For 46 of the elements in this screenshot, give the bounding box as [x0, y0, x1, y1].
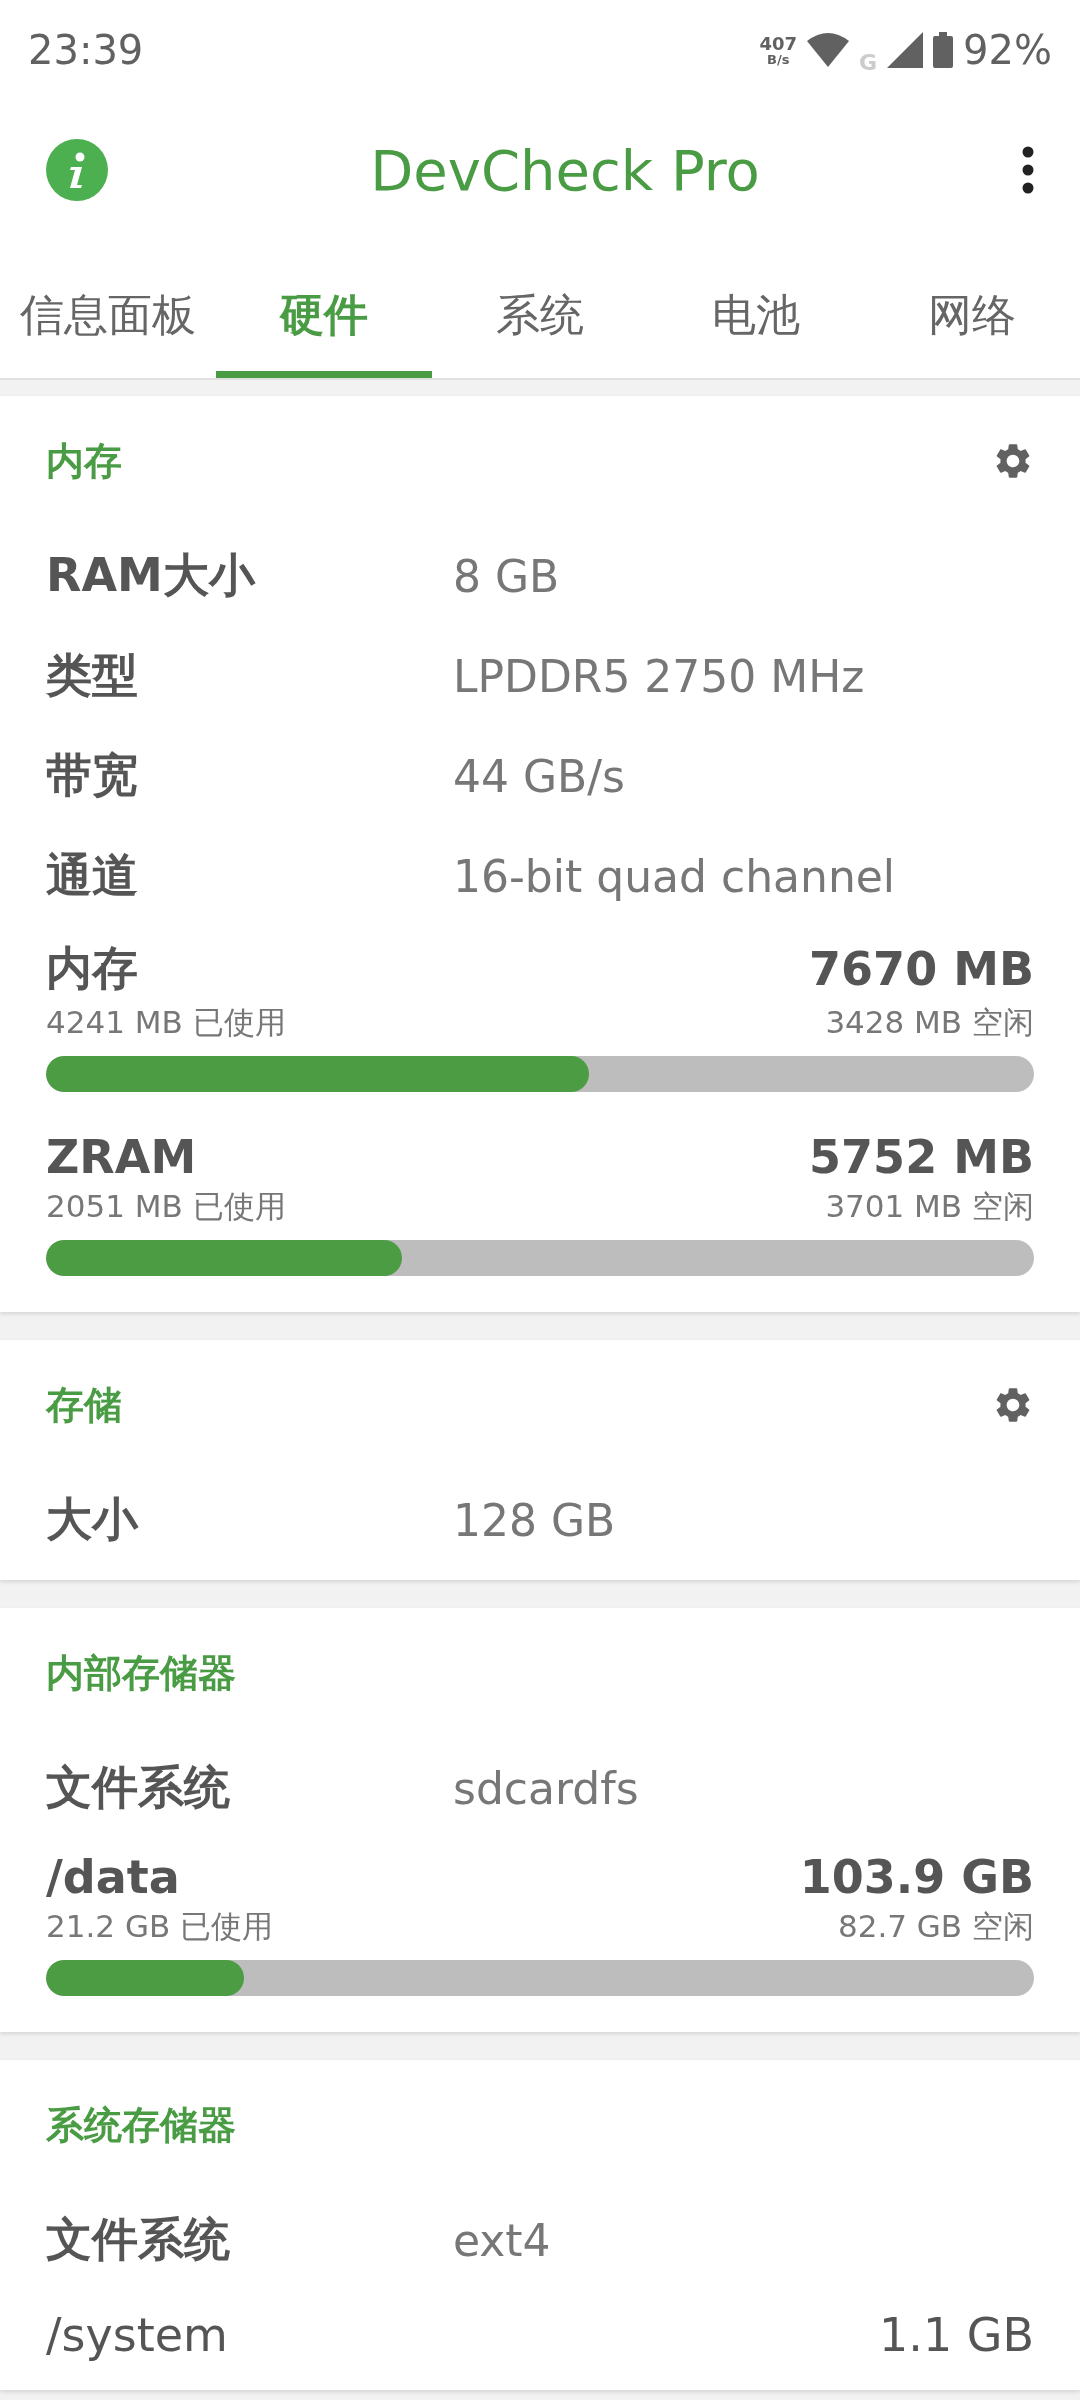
- info-icon[interactable]: [46, 139, 108, 201]
- row-label: 通道: [46, 847, 139, 904]
- row-value: LPDDR5 2750 MHz: [453, 650, 865, 702]
- free-amount: 3701 MB 空闲: [825, 1187, 1034, 1226]
- row-value: ext4: [453, 2214, 551, 2266]
- tab[interactable]: 信息面板: [0, 260, 216, 378]
- battery-icon: [933, 32, 954, 68]
- row-value: 44 GB/s: [453, 750, 625, 802]
- used-amount: 2051 MB 已使用: [46, 1187, 286, 1226]
- signal-icon: [887, 32, 924, 68]
- usage-total: 5752 MB: [809, 1130, 1034, 1184]
- section-title: 内存: [46, 437, 122, 485]
- app-title: DevCheck Pro: [370, 137, 760, 203]
- row-value: 8 GB: [453, 550, 560, 602]
- usage-label: /system: [46, 2308, 228, 2362]
- usage-total: 103.9 GB: [799, 1850, 1034, 1904]
- used-amount: 4241 MB 已使用: [46, 1003, 286, 1042]
- battery-level: 92%: [963, 27, 1052, 73]
- tab[interactable]: 系统: [432, 260, 648, 378]
- row-value: 128 GB: [453, 1494, 616, 1546]
- section-title: 系统存储器: [46, 2101, 236, 2149]
- row-label: RAM大小: [46, 547, 257, 604]
- usage-label: ZRAM: [46, 1130, 197, 1184]
- usage-label: /data: [46, 1850, 180, 1904]
- more-options-icon[interactable]: [1022, 146, 1034, 194]
- status-time: 23:39: [28, 27, 144, 73]
- tab[interactable]: 硬件: [216, 260, 432, 378]
- row-value: sdcardfs: [453, 1762, 639, 1814]
- free-amount: 82.7 GB 空闲: [837, 1907, 1034, 1946]
- section-title: 内部存储器: [46, 1649, 236, 1697]
- section-title: 存储: [46, 1381, 122, 1429]
- usage-label: 内存: [46, 940, 138, 997]
- row-label: 类型: [46, 647, 139, 704]
- wifi-icon: [807, 33, 850, 67]
- usage-total: 7670 MB: [809, 942, 1034, 996]
- tab[interactable]: 电池: [648, 260, 864, 378]
- row-label: 大小: [46, 1491, 140, 1548]
- row-value: 16-bit quad channel: [453, 850, 896, 902]
- usage-total: 1.1 GB: [879, 2308, 1034, 2362]
- row-label: 文件系统: [46, 2211, 231, 2268]
- row-label: 文件系统: [46, 1759, 231, 1816]
- row-label: 带宽: [46, 747, 139, 804]
- network-speed: 407 B/s: [759, 34, 798, 66]
- used-amount: 21.2 GB 已使用: [46, 1907, 274, 1946]
- free-amount: 3428 MB 空闲: [825, 1003, 1034, 1042]
- tab[interactable]: 网络: [864, 260, 1080, 378]
